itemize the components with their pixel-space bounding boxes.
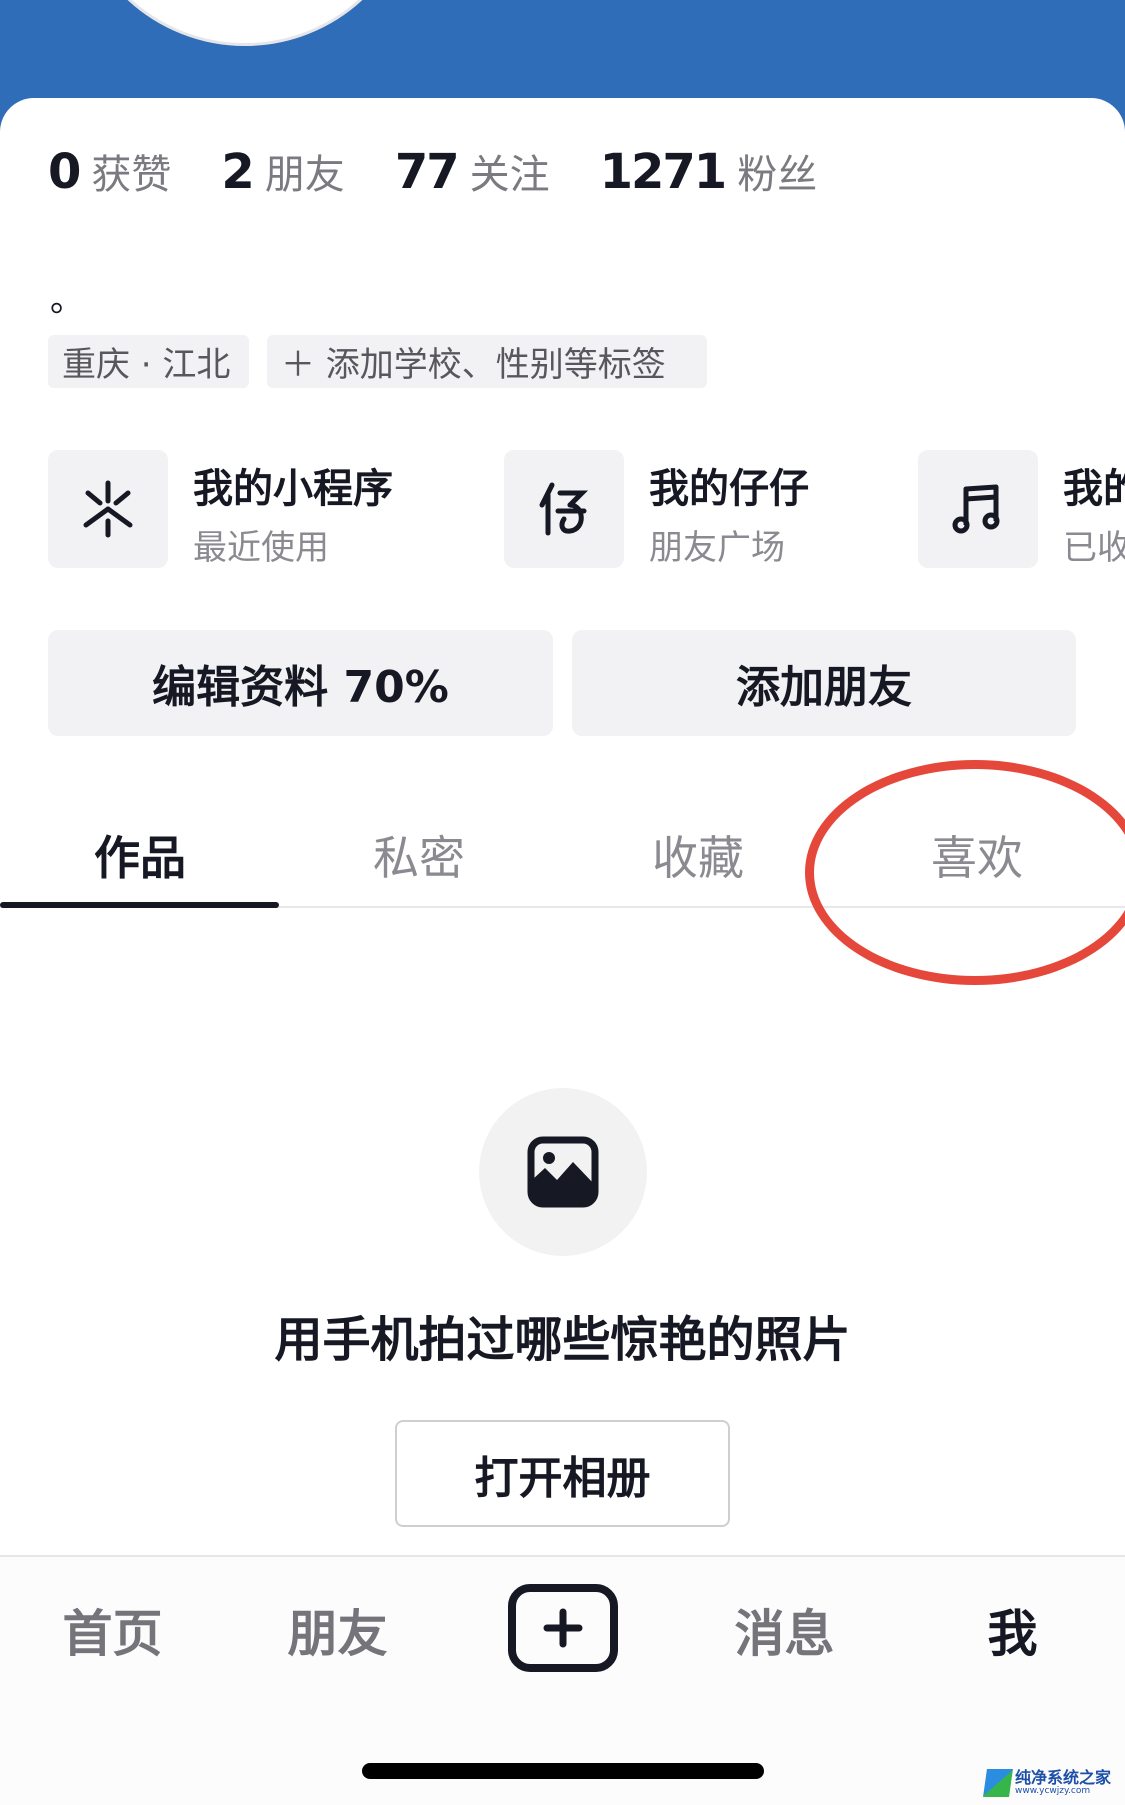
stat-following[interactable]: 77 关注: [395, 142, 550, 200]
stat-friends[interactable]: 2 朋友: [221, 142, 344, 200]
nav-me[interactable]: 我: [940, 1590, 1085, 1670]
nav-home[interactable]: 首页: [40, 1590, 185, 1670]
create-post-button[interactable]: [508, 1584, 618, 1672]
zaizai-icon: [504, 450, 624, 568]
stat-label: 关注: [469, 152, 550, 198]
shortcut-zaizai[interactable]: 我的仔仔 朋友广场: [504, 450, 884, 570]
shortcut-subtitle: 朋友广场: [649, 528, 785, 568]
shortcut-subtitle: 已收: [1063, 528, 1125, 568]
plus-icon: [543, 1608, 583, 1648]
edit-profile-button[interactable]: 编辑资料 70%: [48, 630, 553, 736]
watermark: 纯净系统之家 www.ycwjzy.com: [983, 1763, 1125, 1803]
tab-works[interactable]: 作品: [0, 810, 280, 900]
open-album-button[interactable]: 打开相册: [395, 1420, 730, 1527]
stat-label: 朋友: [264, 152, 345, 198]
stat-value: 1271: [599, 144, 728, 200]
stat-value: 0: [48, 144, 81, 200]
watermark-title: 纯净系统之家: [1015, 1768, 1112, 1787]
stat-value: 77: [394, 144, 460, 200]
stat-label: 粉丝: [737, 152, 818, 198]
add-tags-button[interactable]: ＋ 添加学校、性别等标签: [267, 335, 707, 388]
watermark-logo-icon: [983, 1769, 1013, 1797]
music-note-icon: [918, 450, 1038, 568]
watermark-url: www.ycwjzy.com: [1015, 1786, 1091, 1796]
empty-state-icon-container: [479, 1088, 647, 1256]
stat-likes[interactable]: 0 获赞: [48, 142, 171, 200]
nav-messages[interactable]: 消息: [712, 1590, 857, 1670]
tab-likes[interactable]: 喜欢: [837, 810, 1117, 900]
tab-private[interactable]: 私密: [279, 810, 559, 900]
tab-favorites[interactable]: 收藏: [558, 810, 838, 900]
empty-state-title: 用手机拍过哪些惊艳的照片: [274, 1312, 851, 1368]
bio-text[interactable]: 。: [50, 272, 84, 321]
location-tag[interactable]: 重庆 · 江北: [48, 335, 249, 388]
nav-friends[interactable]: 朋友: [265, 1590, 410, 1670]
shortcut-title: 我的小程序: [193, 466, 393, 512]
shortcut-mini-programs[interactable]: 我的小程序 最近使用: [48, 450, 448, 570]
home-indicator: [362, 1763, 764, 1779]
shortcut-title: 我的仔仔: [649, 466, 809, 512]
stat-label: 获赞: [91, 152, 172, 198]
shortcut-music[interactable]: 我的 已收: [918, 450, 1125, 570]
add-friend-button[interactable]: 添加朋友: [572, 630, 1076, 736]
shortcut-title: 我的: [1063, 466, 1125, 512]
stat-followers[interactable]: 1271 粉丝: [600, 142, 818, 200]
stats-row: 0 获赞 2 朋友 77 关注 1271 粉丝: [48, 142, 867, 212]
active-tab-indicator: [0, 902, 279, 908]
shortcut-subtitle: 最近使用: [193, 528, 329, 568]
stat-value: 2: [221, 144, 254, 200]
mini-program-icon: [48, 450, 168, 568]
image-icon: [527, 1136, 599, 1208]
